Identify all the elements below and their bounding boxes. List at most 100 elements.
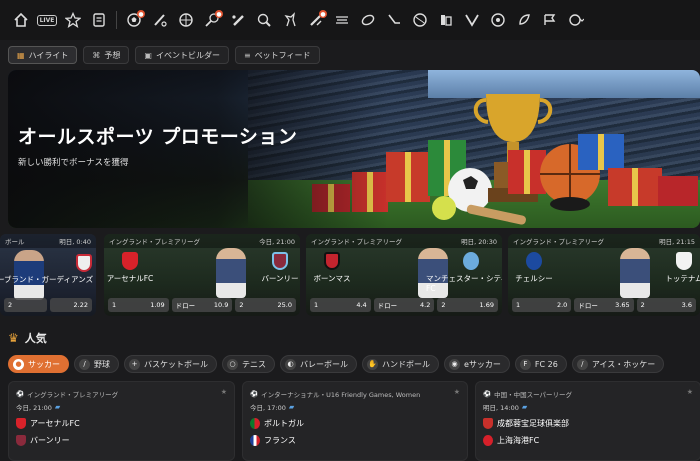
odds-button[interactable]: 1 2.0 bbox=[512, 298, 572, 312]
sport-chip-handball[interactable]: ✋ ハンドボール bbox=[362, 355, 439, 373]
team-crest bbox=[324, 252, 340, 270]
sport-chip-soccer[interactable]: ● サッカー bbox=[8, 355, 69, 373]
away-team: マンチェスター・シティFC bbox=[426, 252, 502, 293]
snooker-icon[interactable] bbox=[485, 7, 511, 33]
match-card[interactable]: イングランド・プレミアリーグ 今日, 21:00 アーセナルFC バーンリー 11… bbox=[104, 234, 300, 316]
sport-chip-fc26[interactable]: F FC 26 bbox=[514, 355, 567, 373]
team-crest bbox=[526, 252, 542, 270]
match-card[interactable]: イングランド・プレミアリーグ 明日, 20:30 ボーンマス マンチェスター・シテ… bbox=[306, 234, 502, 316]
match-header: イングランド・プレミアリーグ 今日, 21:00 bbox=[104, 234, 300, 248]
odds-button[interactable]: 2 3.6 bbox=[636, 298, 696, 312]
match-header: ボール 明日, 0:40 bbox=[0, 234, 96, 248]
favorite-star-icon[interactable]: ★ bbox=[454, 388, 460, 396]
league-label: ⚽ 中国・中国スーパーリーグ bbox=[483, 390, 573, 399]
match-header: イングランド・プレミアリーグ 明日, 20:30 bbox=[306, 234, 502, 248]
table-tennis-icon[interactable] bbox=[251, 7, 277, 33]
sport-chip-ice-hockey[interactable]: / アイス・ホッケー bbox=[571, 355, 665, 373]
match-list-card[interactable]: ⚽ イングランド・プレミアリーグ ★ 今日, 21:00 ▰ アーセナルFC バーン… bbox=[8, 381, 235, 461]
cricket-icon[interactable] bbox=[225, 7, 251, 33]
bet-feed-icon: ≡ bbox=[243, 50, 251, 60]
team-crest bbox=[272, 252, 288, 270]
sport-chip-basketball[interactable]: + バスケットボール bbox=[124, 355, 217, 373]
home-team: ボーンマス bbox=[306, 252, 362, 284]
soccer-icon: ⚽ bbox=[16, 390, 25, 398]
event-builder-icon: ▣ bbox=[144, 50, 152, 60]
team-crest bbox=[463, 252, 479, 270]
match-list-card[interactable]: ⚽ インターナショナル・U16 Friendly Games, Women ★ 今… bbox=[242, 381, 468, 461]
stream-icon: ▰ bbox=[521, 403, 528, 411]
volleyball-icon[interactable] bbox=[277, 7, 303, 33]
odds-button[interactable]: 2 25.0 bbox=[235, 298, 297, 312]
hot-badge-icon: ● bbox=[137, 10, 145, 18]
darts-icon[interactable] bbox=[355, 7, 381, 33]
odds-button[interactable]: ドロー 4.2 bbox=[373, 298, 435, 312]
more-sports-icon[interactable] bbox=[563, 7, 589, 33]
basketball-icon[interactable] bbox=[173, 7, 199, 33]
betslip-icon[interactable] bbox=[86, 7, 112, 33]
basketball-icon: + bbox=[129, 358, 140, 370]
team-crest bbox=[16, 418, 26, 429]
crown-icon: ♛ bbox=[8, 331, 19, 345]
home-team: チェルシー bbox=[508, 252, 564, 284]
match-card[interactable]: ボール明日, 0:40 クリーブランド・ガーディアンズ 2 2.22 bbox=[0, 234, 96, 316]
ice-hockey-icon[interactable] bbox=[381, 7, 407, 33]
odds-button[interactable]: 1 1.09 bbox=[108, 298, 169, 312]
odds-button[interactable]: 2 bbox=[4, 298, 47, 312]
sport-chip-volleyball[interactable]: ◐ バレーボール bbox=[280, 355, 357, 373]
tennis-icon[interactable]: ● bbox=[199, 7, 225, 33]
favorite-star-icon[interactable]: ★ bbox=[687, 388, 693, 396]
handball-icon[interactable]: ● bbox=[303, 7, 329, 33]
away-team: トッテナム bbox=[654, 252, 700, 284]
away-team: バーンリー bbox=[16, 435, 70, 446]
home-team-name: クリーブランド・ガーディアンズ bbox=[0, 275, 94, 284]
away-team-name: トッテナム bbox=[665, 274, 700, 283]
motorsport-icon[interactable] bbox=[537, 7, 563, 33]
tab-predictions[interactable]: ⌘ 予想 bbox=[83, 46, 130, 64]
american-football-icon[interactable] bbox=[329, 7, 355, 33]
tab-bet-feed[interactable]: ≡ ベットフィード bbox=[234, 46, 320, 64]
favorite-star-icon[interactable]: ★ bbox=[221, 388, 227, 396]
nav-divider bbox=[116, 11, 117, 29]
tennis-icon: ○ bbox=[227, 358, 238, 370]
golf-icon[interactable] bbox=[459, 7, 485, 33]
boxing-icon[interactable] bbox=[433, 7, 459, 33]
sport-chip-esoccer[interactable]: ◉ eサッカー bbox=[444, 355, 510, 373]
live-icon[interactable]: LIVE bbox=[34, 7, 60, 33]
tab-highlights[interactable]: ▦ ハイライト bbox=[8, 46, 78, 64]
rugby-icon[interactable] bbox=[407, 7, 433, 33]
popular-title: 人気 bbox=[24, 332, 47, 345]
odds-row: 2 2.22 bbox=[4, 298, 92, 312]
team-crest bbox=[483, 435, 493, 446]
fc-icon: F bbox=[519, 358, 531, 370]
league-label: ⚽ インターナショナル・U16 Friendly Games, Women bbox=[250, 390, 421, 399]
tab-event-builder[interactable]: ▣ イベントビルダー bbox=[135, 46, 229, 64]
odds-button[interactable]: ドロー 10.9 bbox=[171, 298, 233, 312]
away-team: 上海海港FC bbox=[483, 435, 539, 446]
match-card[interactable]: イングランド・プレミアリーグ 明日, 21:15 チェルシー トッテナム 1 2.0… bbox=[508, 234, 700, 316]
match-list-card[interactable]: ⚽ 中国・中国スーパーリーグ ★ 明日, 14:00 ▰ 成都蓉宝足球俱楽部 上海海… bbox=[475, 381, 700, 461]
home-icon[interactable] bbox=[8, 7, 34, 33]
soccer-icon[interactable]: ● bbox=[121, 7, 147, 33]
team-crest bbox=[676, 252, 692, 270]
sport-chip-baseball[interactable]: / 野球 bbox=[74, 355, 119, 373]
odds-button[interactable]: ドロー 3.65 bbox=[574, 298, 634, 312]
odds-button[interactable]: 1 4.4 bbox=[310, 298, 371, 312]
away-team: バーンリー bbox=[250, 252, 300, 284]
esports-icon[interactable] bbox=[511, 7, 537, 33]
sports-nav-bar: LIVE ● ● ● bbox=[0, 0, 700, 40]
promo-banner[interactable]: オールスポーツ プロモーション 新しい勝利でボーナスを獲得 bbox=[8, 70, 700, 228]
match-header: イングランド・プレミアリーグ 明日, 21:15 bbox=[508, 234, 700, 248]
odds-row: 1 1.09 ドロー 10.9 2 25.0 bbox=[108, 298, 297, 312]
baseball-icon[interactable] bbox=[147, 7, 173, 33]
sport-chip-tennis[interactable]: ○ テニス bbox=[222, 355, 275, 373]
flag-portugal bbox=[250, 418, 260, 429]
odds-button[interactable]: 2.22 bbox=[49, 298, 92, 312]
team-crest bbox=[122, 252, 138, 270]
flag-france bbox=[250, 435, 260, 446]
odds-button[interactable]: 2 1.69 bbox=[437, 298, 499, 312]
home-team-name: チェルシー bbox=[515, 274, 553, 283]
star-icon[interactable] bbox=[60, 7, 86, 33]
home-team: アーセナルFC bbox=[104, 252, 160, 284]
sport-filter: ● サッカー / 野球 + バスケットボール ○ テニス ◐ バレーボール ✋ ハンドボール… bbox=[8, 355, 665, 373]
team-crest bbox=[76, 254, 92, 272]
